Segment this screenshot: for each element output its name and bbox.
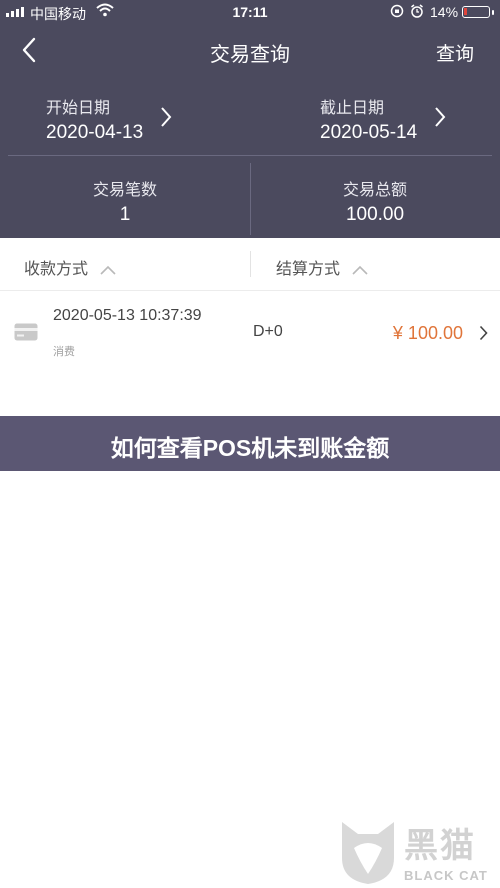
transaction-total: 交易总额 100.00 <box>250 176 500 226</box>
battery-percent: 14% <box>430 4 459 20</box>
divider <box>8 155 492 156</box>
rotation-lock-icon <box>390 4 404 21</box>
payment-method-label: 收款方式 <box>24 261 89 278</box>
settlement-method-label: 结算方式 <box>276 261 341 278</box>
end-date-label: 截止日期 <box>320 100 385 117</box>
chevron-up-icon <box>352 265 369 275</box>
transaction-count: 交易笔数 1 <box>0 176 250 226</box>
header-block: 中国移动 17:11 14% 交易查询 查询 开始日期 2020-04-13 截… <box>0 0 500 238</box>
transaction-type: 消费 <box>53 346 75 358</box>
payment-method-filter[interactable]: 收款方式 <box>24 255 117 279</box>
transaction-time: 2020-05-13 10:37:39 <box>53 307 202 324</box>
chevron-right-icon <box>161 107 172 127</box>
filter-bar: 收款方式 结算方式 <box>0 238 500 291</box>
clock-time: 17:11 <box>232 4 268 20</box>
divider <box>250 251 251 277</box>
transaction-total-label: 交易总额 <box>342 182 407 199</box>
watermark-sub: BLACK CAT <box>404 868 488 883</box>
chevron-right-icon <box>479 325 488 341</box>
alarm-icon <box>410 4 424 21</box>
transaction-row[interactable]: 2020-05-13 10:37:39 消费 D+0 ¥ 100.00 <box>0 291 500 377</box>
end-date-value: 2020-05-14 <box>320 122 418 143</box>
watermark: 黑猫 BLACK CAT <box>338 818 498 888</box>
transaction-amount: ¥ 100.00 <box>392 323 463 343</box>
page-title: 交易查询 <box>210 44 290 66</box>
transaction-count-value: 1 <box>119 204 131 225</box>
black-cat-logo-icon <box>342 822 394 884</box>
start-date-picker[interactable]: 开始日期 2020-04-13 <box>46 94 172 144</box>
chevron-right-icon <box>435 107 446 127</box>
end-date-picker[interactable]: 截止日期 2020-05-14 <box>320 94 446 144</box>
start-date-value: 2020-04-13 <box>46 122 144 143</box>
transaction-count-label: 交易笔数 <box>92 182 157 199</box>
title-banner: 如何查看POS机未到账金额 <box>0 416 500 471</box>
transaction-settlement: D+0 <box>253 323 283 340</box>
chevron-up-icon <box>100 265 117 275</box>
status-bar: 中国移动 17:11 14% <box>0 0 500 26</box>
watermark-brand: 黑猫 <box>404 827 476 865</box>
battery-icon <box>462 6 494 18</box>
query-button[interactable]: 查询 <box>436 39 474 66</box>
nav-bar: 交易查询 查询 <box>0 26 500 76</box>
card-icon <box>14 323 38 346</box>
start-date-label: 开始日期 <box>46 100 111 117</box>
banner-text: 如何查看POS机未到账金额 <box>110 435 390 461</box>
settlement-method-filter[interactable]: 结算方式 <box>276 255 369 279</box>
transaction-total-value: 100.00 <box>345 204 405 225</box>
